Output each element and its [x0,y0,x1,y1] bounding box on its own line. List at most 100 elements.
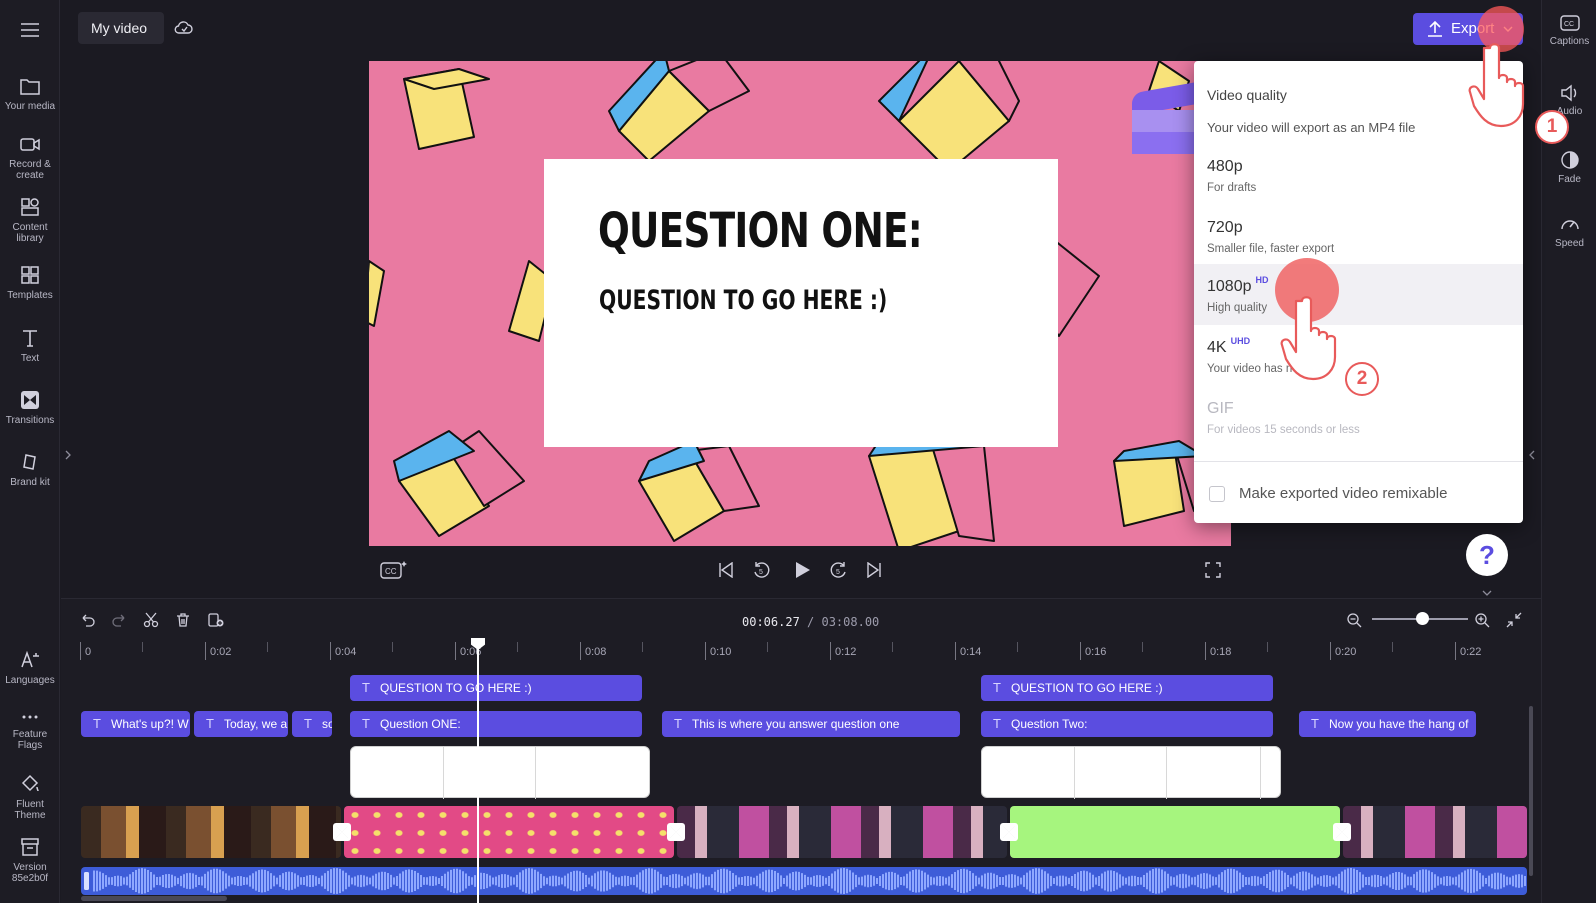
paint-bucket-icon [21,774,39,792]
sidebar-item-content-library[interactable]: Content library [0,197,60,244]
forward-icon: 5 [830,562,846,578]
tick-label: 0:02 [210,646,232,658]
transition-icon[interactable] [1000,823,1018,841]
video-preview[interactable]: QUESTION ONE: QUESTION TO GO HERE :) [369,61,1231,546]
text-clip[interactable]: QUESTION TO GO HERE :) [981,675,1273,701]
timeline-ruler: 0 0:02 0:04 0:06 0:08 0:10 0:12 0:14 0:1… [78,640,1528,662]
tick-label: 0:12 [835,646,857,658]
shape-clip[interactable] [981,746,1281,799]
timecode: 00:06.27 / 03:08.00 [742,615,879,629]
quality-name: GIF [1207,400,1234,417]
text-clip[interactable]: Today, we a [194,711,288,737]
text-clip[interactable]: QUESTION TO GO HERE :) [350,675,642,701]
tick-label: 0:18 [1210,646,1232,658]
text-clip[interactable]: so [292,711,332,737]
title-card: QUESTION ONE: QUESTION TO GO HERE :) [544,159,1058,447]
uhd-badge: UHD [1230,336,1251,346]
text-icon [23,330,37,347]
transition-icon[interactable] [333,823,351,841]
hamburger-menu-button[interactable] [18,18,42,42]
sidebar-item-feature-flags[interactable]: Feature Flags [0,710,60,751]
chevron-down-icon [1482,590,1492,596]
quality-option-720p[interactable]: 720p Smaller file, faster export [1194,205,1523,266]
right-panel-collapse-button[interactable] [1526,430,1538,480]
total-time: / 03:08.00 [807,615,880,629]
sidebar-item-record-create[interactable]: Record & create [0,134,60,181]
quality-desc: Smaller file, faster export [1207,243,1335,255]
project-title[interactable]: My video [78,12,164,44]
collapse-preview-button[interactable] [1480,585,1494,596]
zoom-in-button[interactable] [1474,612,1490,633]
zoom-slider-handle[interactable] [1416,612,1429,625]
clipchamp-editor: Your media Record & create Content libra… [0,0,1596,903]
video-clip[interactable] [81,806,341,858]
sidebar-item-fade[interactable]: Fade [1542,150,1596,185]
remixable-checkbox[interactable] [1209,486,1225,502]
pointer-hand-icon [1468,43,1525,128]
video-clip[interactable] [1343,806,1527,858]
quality-option-1080p[interactable]: 1080p HD High quality [1194,264,1523,325]
video-clip[interactable] [344,806,674,858]
tick-label: 0:10 [710,646,732,658]
sidebar-item-speed[interactable]: Speed [1542,214,1596,249]
sidebar-item-fluent-theme[interactable]: Fluent Theme [0,774,60,821]
video-clip[interactable] [1010,806,1340,858]
sidebar-item-label: Content library [12,222,48,244]
forward-5-button[interactable]: 5 [828,560,848,585]
skip-back-button[interactable] [718,561,734,583]
card-title: QUESTION ONE: [598,203,923,259]
collapse-icon [1506,612,1522,628]
quality-name: 1080p HD [1207,275,1269,295]
tick-label: 0:20 [1335,646,1357,658]
skip-end-icon [867,561,881,579]
archive-icon [21,838,39,856]
sidebar-item-label: Feature Flags [12,729,48,751]
sidebar-item-templates[interactable]: Templates [0,265,60,301]
quality-name: 480p [1207,158,1243,175]
sidebar-item-label: Text [20,353,40,364]
text-clip[interactable]: This is where you answer question one [662,711,960,737]
duplicate-button[interactable] [207,612,225,633]
audio-clip[interactable] [81,867,1527,895]
divider [1194,461,1523,462]
redo-button[interactable] [111,612,127,633]
playhead[interactable] [477,640,479,903]
sidebar-item-captions[interactable]: CC Captions [1542,14,1596,47]
captions-toggle-button[interactable]: CC [380,560,408,585]
sidebar-item-label: Speed [1555,238,1584,249]
play-button[interactable] [792,560,812,585]
video-clip[interactable] [677,806,1007,858]
undo-button[interactable] [80,612,96,633]
fade-icon [1560,151,1579,169]
delete-button[interactable] [175,612,191,633]
text-clip[interactable]: Question ONE: [350,711,642,737]
left-panel-expand-button[interactable] [62,430,74,480]
split-button[interactable] [143,612,159,633]
fit-timeline-button[interactable] [1506,612,1522,633]
transition-icon[interactable] [667,823,685,841]
rewind-5-button[interactable]: 5 [752,560,772,585]
remixable-label[interactable]: Make exported video remixable [1239,485,1447,502]
text-clip[interactable]: Now you have the hang of [1299,711,1476,737]
help-button[interactable]: ? [1466,534,1508,576]
sidebar-item-version[interactable]: Version 85e2b0f [0,837,60,884]
sidebar-item-languages[interactable]: Languages [0,650,60,686]
sidebar-item-brand-kit[interactable]: Brand kit [0,452,60,488]
sidebar-item-your-media[interactable]: Your media [0,76,60,112]
quality-desc: For videos 15 seconds or less [1207,424,1360,436]
text-clip[interactable]: What's up?! W [81,711,190,737]
sidebar-item-transitions[interactable]: Transitions [0,390,60,426]
tick-label: 0:14 [960,646,982,658]
quality-option-480p[interactable]: 480p For drafts [1194,144,1523,205]
zoom-out-button[interactable] [1346,612,1362,633]
text-clip[interactable]: Question Two: [981,711,1273,737]
timeline-vertical-scrollbar[interactable] [1529,706,1533,876]
dropdown-heading: Video quality [1207,87,1287,103]
fullscreen-button[interactable] [1205,562,1221,583]
sidebar-item-text[interactable]: Text [0,328,60,364]
transition-icon[interactable] [1333,823,1351,841]
shape-clip[interactable] [350,746,650,799]
timeline-horizontal-scrollbar[interactable] [81,896,227,901]
skip-forward-button[interactable] [866,561,882,583]
tick-label: 0:22 [1460,646,1482,658]
